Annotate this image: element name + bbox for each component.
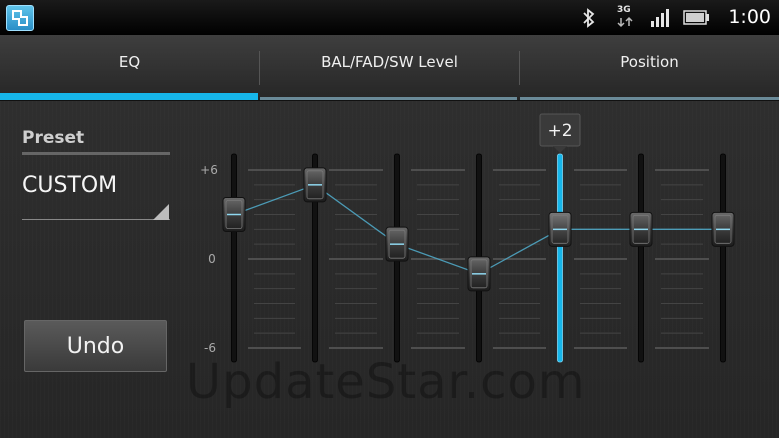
status-bar: 3G 1:00 xyxy=(0,0,779,35)
eq-slider-track[interactable] xyxy=(557,153,563,363)
watermark: UpdateStar.com xyxy=(186,354,586,410)
tab-eq-label: EQ xyxy=(118,53,141,71)
eq-panel: Preset CUSTOM Undo +6 0 -6 +2 UpdateStar… xyxy=(0,101,779,438)
eq-slider-knob[interactable] xyxy=(711,211,735,247)
eq-slider-track[interactable] xyxy=(638,153,644,363)
tab-position-label: Position xyxy=(620,53,679,71)
eq-slider-knob[interactable] xyxy=(385,226,409,262)
signal-3g-icon xyxy=(617,16,633,28)
tab-bal-fad-sw-level-label: BAL/FAD/SW Level xyxy=(321,53,458,71)
network-type-label: 3G xyxy=(617,5,631,15)
tab-indicator xyxy=(260,97,517,100)
tab-indicator xyxy=(520,97,779,100)
tab-position[interactable]: Position xyxy=(520,35,779,100)
eq-slider-knob[interactable] xyxy=(303,167,327,203)
eq-slider-knob[interactable] xyxy=(629,211,653,247)
bluetooth-icon xyxy=(583,8,595,28)
tab-bar: EQ BAL/FAD/SW Level Position xyxy=(0,35,779,101)
band-value-tooltip: +2 xyxy=(539,113,581,153)
tab-eq[interactable]: EQ xyxy=(0,35,259,100)
app-icon[interactable] xyxy=(6,5,34,31)
eq-slider-track[interactable] xyxy=(231,153,237,363)
battery-icon xyxy=(683,10,709,25)
eq-slider-knob[interactable] xyxy=(222,197,246,232)
tab-bal-fad-sw-level[interactable]: BAL/FAD/SW Level xyxy=(260,35,519,100)
signal-bars-icon xyxy=(651,9,669,27)
tab-active-indicator xyxy=(0,93,258,100)
band-value-tooltip-text: +2 xyxy=(547,121,572,141)
eq-slider-knob[interactable] xyxy=(548,211,572,247)
eq-slider-track[interactable] xyxy=(720,153,726,363)
eq-slider-knob[interactable] xyxy=(467,256,491,292)
clock: 1:00 xyxy=(728,6,771,28)
